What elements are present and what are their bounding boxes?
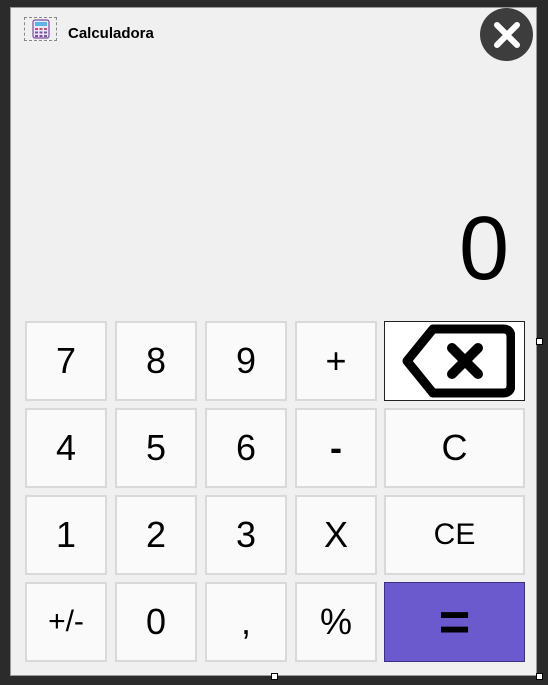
resize-handle-corner[interactable] (536, 673, 543, 680)
key-6[interactable]: 6 (205, 408, 287, 488)
key-3[interactable]: 3 (205, 495, 287, 575)
calculator-icon (24, 17, 57, 41)
backspace-icon (402, 324, 515, 398)
result-display: 0 (458, 199, 509, 299)
key-8[interactable]: 8 (115, 321, 197, 401)
key-minus[interactable]: - (295, 408, 377, 488)
key-4[interactable]: 4 (25, 408, 107, 488)
equals-button[interactable]: = (384, 582, 525, 662)
key-2[interactable]: 2 (115, 495, 197, 575)
key-multiply[interactable]: X (295, 495, 377, 575)
key-comma[interactable]: , (205, 582, 287, 662)
key-plus[interactable]: + (295, 321, 377, 401)
calculator-window: Calculadora 0 7 8 9 + 4 5 6 - C 1 2 3 X … (10, 7, 537, 676)
close-icon (493, 21, 520, 48)
key-5[interactable]: 5 (115, 408, 197, 488)
backspace-button[interactable] (384, 321, 525, 401)
key-0[interactable]: 0 (115, 582, 197, 662)
clear-entry-button[interactable]: CE (384, 495, 525, 575)
key-9[interactable]: 9 (205, 321, 287, 401)
key-7[interactable]: 7 (25, 321, 107, 401)
clear-button[interactable]: C (384, 408, 525, 488)
key-1[interactable]: 1 (25, 495, 107, 575)
key-percent[interactable]: % (295, 582, 377, 662)
negate-button[interactable]: +/- (25, 582, 107, 662)
close-button[interactable] (480, 8, 533, 61)
resize-handle-right[interactable] (536, 338, 543, 345)
window-title: Calculadora (68, 25, 154, 42)
resize-handle-bottom[interactable] (271, 673, 278, 680)
